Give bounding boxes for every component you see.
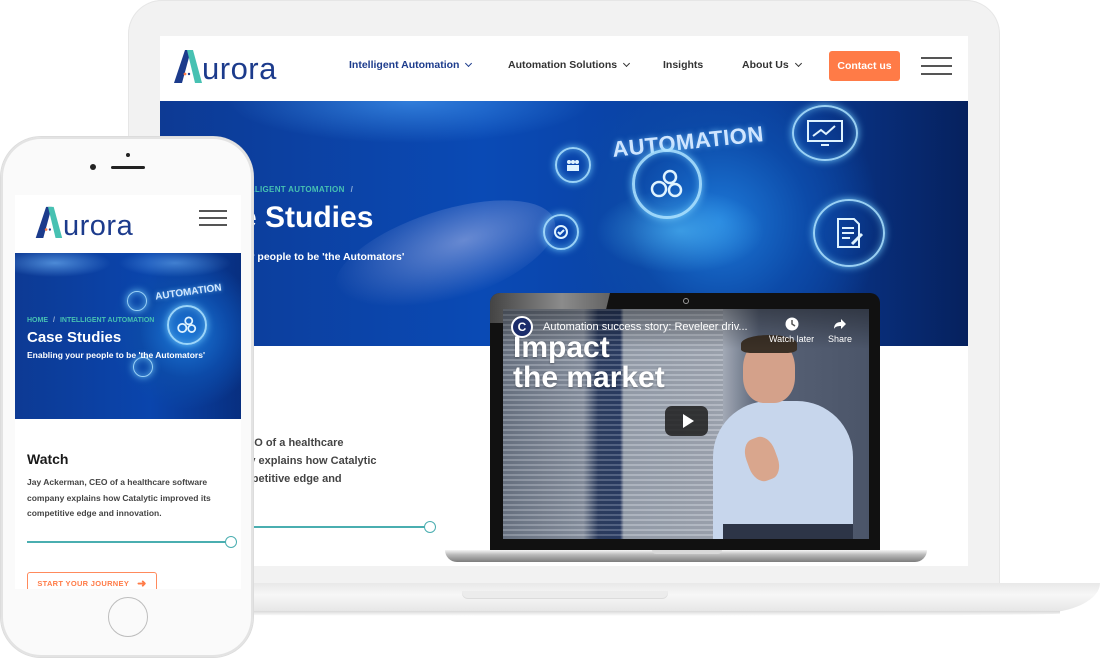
mobile-progress-track [27,541,227,543]
cta-label: START YOUR JOURNEY [37,578,130,588]
logo-text: urora [63,210,134,242]
proximity-sensor [126,153,130,157]
play-button[interactable] [665,406,708,436]
earpiece-speaker [111,166,145,169]
mobile-hamburger-icon[interactable] [199,210,227,226]
mobile-phone-frame: urora AUTOMATION HOME / INTELLIGENT AUTOMA… [1,137,253,657]
breadcrumb-section-link[interactable]: INTELLIGENT AUTOMATION [60,317,154,324]
desktop-laptop-notch [462,591,668,599]
video-player[interactable]: Impact the market C Automation success s… [503,309,869,539]
breadcrumb-separator: / [350,185,354,194]
front-camera-icon [90,164,96,170]
mobile-progress-knob[interactable] [225,536,237,548]
play-icon [682,414,694,428]
catalytic-logo-icon[interactable]: C [511,316,533,338]
mobile-screen: urora AUTOMATION HOME / INTELLIGENT AUTOMA… [15,195,241,589]
hero-title: e Studies [240,201,374,234]
logo-mark-icon [33,205,63,241]
overlay-line: the market [513,361,665,394]
nav-label: Intelligent Automation [349,59,460,71]
nav-automation-solutions[interactable]: Automation Solutions [508,59,631,71]
chevron-down-icon [623,59,631,68]
breadcrumb-separator: / [53,317,55,324]
nav-intelligent-automation[interactable]: Intelligent Automation [349,59,473,71]
check-badge-icon [133,357,153,377]
chevron-down-icon [465,59,473,68]
nav-about-us[interactable]: About Us [742,59,802,71]
hamburger-icon[interactable] [921,57,952,75]
share-button[interactable]: Share [828,317,852,344]
video-overlay-text: Impact the market [513,333,665,393]
nav-insights[interactable]: Insights [663,59,703,71]
mobile-hero-title: Case Studies [27,329,122,346]
mobile-breadcrumb: HOME / INTELLIGENT AUTOMATION [27,317,154,324]
hero-breadcrumb: ELLIGENT AUTOMATION / [244,185,353,194]
nav-label: Automation Solutions [508,59,618,71]
breadcrumb-home-link[interactable]: HOME [27,317,48,324]
gears-hub-icon [167,305,207,345]
video-laptop-notch [652,550,722,554]
video-title-link[interactable]: Automation success story: Reveleer driv.… [543,321,748,333]
people-icon [555,147,591,183]
clock-icon [785,317,799,331]
chevron-down-icon [794,59,802,68]
contact-us-button[interactable]: Contact us [829,51,900,81]
document-edit-icon [813,199,885,267]
speaker-figure [713,335,853,539]
desktop-laptop-shadow [130,611,1060,616]
nav-label: Insights [663,59,704,71]
mobile-watch-heading: Watch [27,451,69,467]
mobile-hero-subtitle: Enabling your people to be 'the Automato… [27,350,205,360]
arrow-right-icon: ➜ [137,577,147,590]
progress-knob[interactable] [424,521,436,533]
mobile-aurora-logo[interactable]: urora [33,205,133,241]
mobile-hero-banner: AUTOMATION HOME / INTELLIGENT AUTOMATION C… [15,253,241,419]
hero-subtitle: ur people to be 'the Automators' [244,251,405,263]
chart-monitor-icon [792,105,858,161]
start-your-journey-button[interactable]: START YOUR JOURNEY ➜ [27,572,157,589]
mobile-watch-description: Jay Ackerman, CEO of a healthcare softwa… [27,477,211,518]
home-button[interactable] [108,597,148,637]
share-label: Share [828,334,853,344]
overlay-line: Impact [513,331,610,364]
watch-later-button[interactable]: Watch later [769,317,814,344]
people-icon [127,291,147,311]
check-badge-icon [543,214,579,250]
logo-mark-icon [172,48,202,84]
video-laptop-frame: Impact the market C Automation success s… [490,293,880,551]
gears-hub-icon [632,149,702,219]
aurora-logo[interactable]: urora [172,48,277,84]
automation-graphic-text: AUTOMATION [154,282,223,303]
logo-text: urora [202,51,277,86]
breadcrumb-section-link[interactable]: ELLIGENT AUTOMATION [244,185,345,194]
progress-track [250,526,425,528]
nav-label: About Us [742,59,789,71]
watch-later-label: Watch later [769,334,815,344]
webcam-icon [683,298,689,304]
site-header: urora Intelligent Automation Automation … [160,36,968,101]
share-icon [834,319,847,329]
